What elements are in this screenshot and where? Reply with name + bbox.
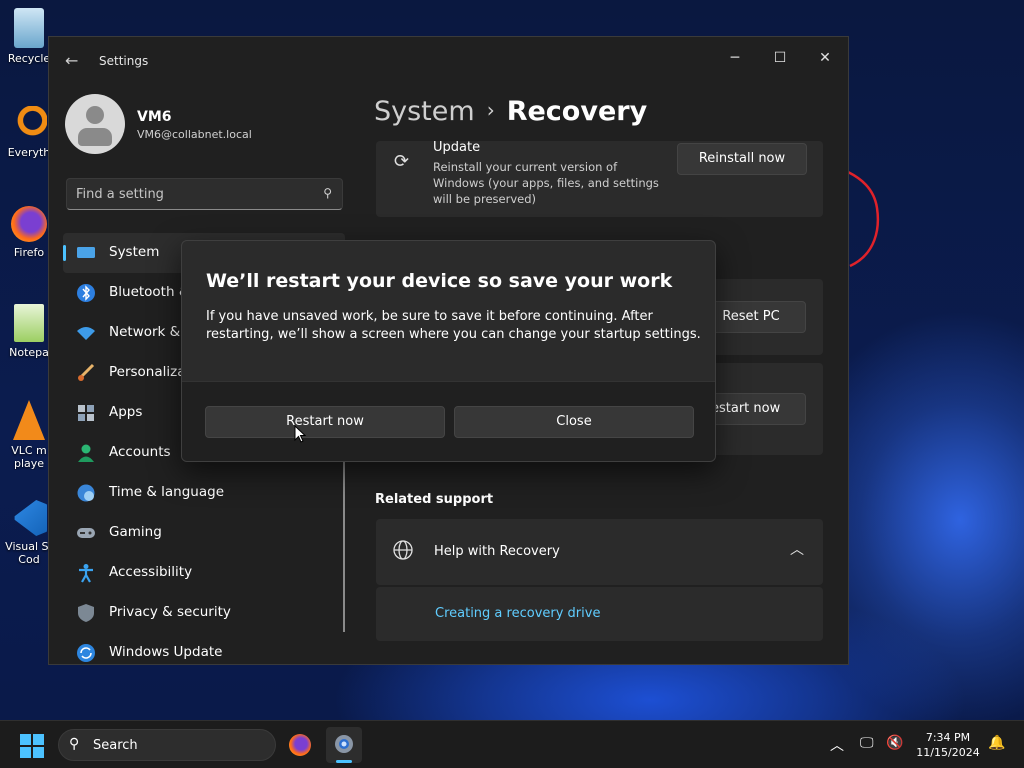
notepad-icon bbox=[14, 304, 44, 342]
settings-search-input[interactable] bbox=[76, 185, 306, 203]
person-icon bbox=[76, 443, 96, 463]
refresh-icon: ⟳ bbox=[394, 151, 410, 172]
profile-email: VM6@collabnet.local bbox=[137, 128, 252, 141]
bell-icon[interactable]: 🔔 bbox=[988, 735, 1005, 751]
start-button[interactable] bbox=[20, 734, 44, 758]
clock-time: 7:34 PM bbox=[925, 731, 971, 744]
sidebar-item-time-language[interactable]: Time & language bbox=[63, 473, 345, 513]
settings-search-box[interactable]: ⚲ bbox=[66, 178, 343, 210]
window-title: Settings bbox=[99, 54, 149, 68]
sidebar-item-label: Accessibility bbox=[109, 564, 193, 580]
sidebar-item-label: Apps bbox=[109, 404, 143, 420]
page-title: Recovery bbox=[506, 96, 648, 127]
gamepad-icon bbox=[76, 523, 96, 543]
mouse-cursor-icon bbox=[294, 425, 306, 443]
magnifier-icon bbox=[11, 106, 47, 142]
globe-icon bbox=[392, 539, 414, 565]
sidebar-item-privacy-security[interactable]: Privacy & security bbox=[63, 593, 345, 633]
sidebar-item-label: Network & bbox=[109, 324, 181, 340]
bluetooth-icon bbox=[76, 283, 96, 303]
taskbar-firefox[interactable] bbox=[282, 727, 318, 763]
clock-date: 11/15/2024 bbox=[916, 746, 980, 759]
close-icon[interactable]: ✕ bbox=[802, 43, 848, 73]
sidebar-item-label: Gaming bbox=[109, 524, 162, 540]
accessibility-icon bbox=[76, 563, 96, 583]
taskbar-search-label: Search bbox=[93, 738, 138, 753]
sidebar-item-label: Privacy & security bbox=[109, 604, 231, 620]
chevron-up-icon[interactable]: ︿ bbox=[790, 539, 804, 559]
breadcrumb-separator: › bbox=[486, 98, 495, 122]
restart-dialog: We’ll restart your device so save your w… bbox=[181, 240, 716, 462]
firefox-icon bbox=[289, 734, 311, 756]
gear-icon bbox=[335, 735, 353, 753]
globe-clock-icon bbox=[76, 483, 96, 503]
avatar[interactable] bbox=[65, 94, 125, 154]
vscode-icon bbox=[14, 500, 47, 536]
firefox-icon bbox=[11, 206, 47, 242]
windows-logo-tile bbox=[33, 747, 44, 758]
vlc-cone-icon bbox=[13, 400, 45, 440]
windows-logo-tile bbox=[20, 734, 31, 745]
sidebar-item-label: Accounts bbox=[109, 444, 171, 460]
maximize-icon[interactable]: ☐ bbox=[757, 43, 803, 73]
taskbar-search-box[interactable]: ⚲ Search bbox=[58, 729, 276, 761]
search-icon[interactable]: ⚲ bbox=[323, 186, 332, 200]
profile-name: VM6 bbox=[137, 109, 172, 125]
dialog-footer: Restart now Close bbox=[182, 381, 715, 461]
apps-icon bbox=[76, 403, 96, 423]
close-button[interactable]: Close bbox=[454, 406, 694, 438]
sidebar-item-windows-update[interactable]: Windows Update bbox=[63, 633, 345, 664]
sidebar-item-label: Time & language bbox=[109, 484, 225, 500]
sidebar-item-gaming[interactable]: Gaming bbox=[63, 513, 345, 553]
dialog-title: We’ll restart your device so save your w… bbox=[206, 270, 673, 292]
restart-now-button[interactable]: Restart now bbox=[205, 406, 445, 438]
avatar-body bbox=[78, 128, 112, 146]
reinstall-now-button[interactable]: Reinstall now bbox=[677, 143, 807, 175]
reinstall-card-title: Update bbox=[433, 140, 481, 155]
reinstall-card-desc: Reinstall your current version of Window… bbox=[433, 160, 659, 206]
dialog-body: If you have unsaved work, be sure to sav… bbox=[206, 309, 701, 342]
title-bar[interactable]: ← Settings ─ ☐ ✕ bbox=[49, 37, 848, 85]
help-with-recovery-label: Help with Recovery bbox=[434, 544, 560, 559]
sidebar-item-label: System bbox=[109, 244, 160, 260]
taskbar-clock[interactable]: 7:34 PM 11/15/2024 bbox=[912, 730, 984, 760]
breadcrumb: System › Recovery bbox=[374, 96, 647, 127]
shield-icon bbox=[76, 603, 96, 623]
sidebar-item-label: Personalizat bbox=[109, 364, 191, 380]
minimize-icon[interactable]: ─ bbox=[712, 43, 758, 73]
speaker-muted-icon[interactable]: 🔇 bbox=[886, 735, 903, 751]
related-support-title: Related support bbox=[375, 492, 494, 507]
taskbar: ⚲ Search ︿ 🖵 🔇 7:34 PM 11/15/2024 🔔 bbox=[0, 720, 1024, 768]
red-scribble bbox=[847, 170, 880, 268]
sidebar-item-label: Bluetooth & bbox=[109, 284, 190, 300]
taskbar-settings[interactable] bbox=[326, 727, 362, 763]
help-with-recovery-card[interactable]: Help with Recovery ︿ bbox=[376, 519, 823, 585]
creating-recovery-drive-link[interactable]: Creating a recovery drive bbox=[435, 606, 600, 621]
chevron-up-icon[interactable]: ︿ bbox=[830, 735, 844, 755]
monitor-icon bbox=[76, 243, 96, 263]
back-arrow-icon[interactable]: ← bbox=[65, 51, 78, 70]
windows-logo-tile bbox=[33, 734, 44, 745]
breadcrumb-parent[interactable]: System bbox=[374, 96, 475, 127]
avatar-head bbox=[86, 106, 104, 124]
network-icon[interactable]: 🖵 bbox=[860, 735, 874, 751]
sidebar-item-accessibility[interactable]: Accessibility bbox=[63, 553, 345, 593]
active-app-indicator bbox=[336, 760, 352, 763]
search-icon: ⚲ bbox=[69, 736, 80, 752]
wifi-icon bbox=[76, 323, 96, 343]
windows-logo-tile bbox=[20, 747, 31, 758]
recycle-bin-icon bbox=[14, 8, 44, 48]
update-icon bbox=[76, 643, 96, 663]
sidebar-scrollbar[interactable] bbox=[343, 457, 345, 632]
brush-icon bbox=[76, 363, 96, 383]
sidebar-item-label: Windows Update bbox=[109, 644, 223, 660]
reinstall-card: ⟳ Update Reinstall your current version … bbox=[376, 140, 823, 217]
